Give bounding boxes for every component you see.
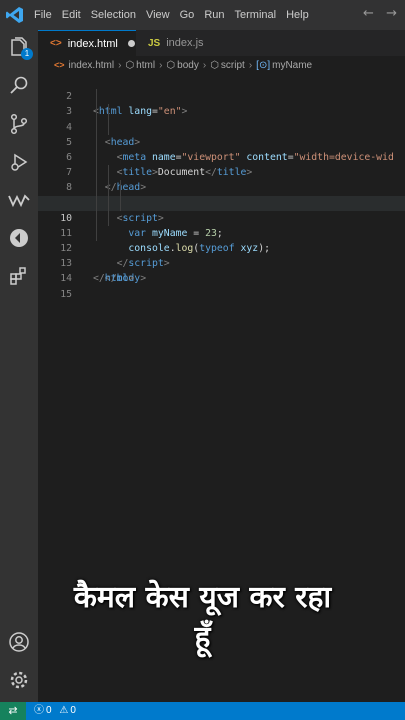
element-tag-icon: ⬡ — [125, 59, 135, 71]
tab-label: index.js — [166, 37, 204, 49]
menu-run[interactable]: Run — [204, 9, 224, 21]
breadcrumb-html[interactable]: html — [136, 60, 155, 71]
breadcrumb-file[interactable]: index.html — [69, 60, 115, 71]
menu-terminal[interactable]: Terminal — [235, 9, 277, 21]
tab-label: index.html — [67, 37, 118, 50]
menu-selection[interactable]: Selection — [91, 9, 136, 21]
code-editor[interactable]: 2 <html lang="en"> 3 <head> 4 <meta name… — [38, 74, 405, 300]
tab-index-html[interactable]: <> index.html — [38, 30, 136, 56]
explorer-badge: 1 — [21, 48, 33, 60]
code-line: 3 <head> — [38, 89, 405, 148]
caption-line-2: हूँ — [194, 620, 211, 655]
video-caption: कैमल केस यूज कर रहा हूँ — [0, 578, 405, 658]
breadcrumb-script[interactable]: script — [221, 60, 245, 71]
js-file-icon: JS — [148, 37, 161, 49]
code-line: 7 <body> — [38, 149, 405, 209]
nav-arrows: ← → — [355, 6, 397, 21]
menu-view[interactable]: View — [146, 9, 170, 21]
chevron-right-icon: › — [248, 59, 253, 71]
chevron-right-icon: › — [159, 59, 163, 71]
menu-bar: File Edit Selection View Go Run Terminal… — [34, 0, 319, 30]
chevron-right-icon: › — [202, 59, 207, 71]
menu-edit[interactable]: Edit — [62, 9, 81, 21]
code-line: 9 var myName = 23; — [38, 180, 405, 239]
menu-help[interactable]: Help — [286, 9, 309, 21]
code-line: 6 </head> — [38, 134, 405, 193]
warning-icon: ⚠ — [59, 705, 69, 716]
html-file-icon: <> — [50, 38, 62, 49]
settings-gear-icon[interactable] — [7, 668, 31, 692]
code-line-current: 10 myNameconsole.log(typeof xyz); — [38, 195, 405, 254]
variable-icon: [⊙] — [256, 59, 271, 71]
breadcrumb-myname[interactable]: myName — [272, 60, 312, 71]
menu-file[interactable]: File — [34, 9, 52, 21]
line-number: 15 — [60, 288, 72, 300]
wave-extension-icon[interactable] — [7, 188, 31, 212]
code-line: 4 <meta name="viewport" content="width=d… — [38, 104, 405, 163]
code-line: 8 <script> — [38, 165, 405, 224]
breadcrumb: <> index.html › ⬡ html › ⬡ body › ⬡ scri… — [38, 56, 405, 74]
source-control-icon[interactable] — [7, 112, 31, 136]
code-line: 12 </body> — [38, 225, 405, 284]
element-tag-icon: ⬡ — [210, 59, 219, 71]
run-debug-icon[interactable] — [7, 150, 31, 174]
status-bar: ⇄ ⓧ 0 ⚠ 0 — [0, 702, 405, 720]
extensions-icon[interactable] — [7, 264, 31, 288]
unsaved-dot-icon[interactable] — [127, 40, 135, 47]
error-count: 0 — [46, 705, 52, 716]
code-line: 5 <title>Document</title> — [38, 119, 405, 178]
tab-bar: <> index.html JS index.js — [38, 30, 405, 56]
tab-index-js[interactable]: JS index.js — [136, 30, 228, 56]
back-arrow-icon[interactable]: ← — [363, 6, 374, 21]
code-line: 13 </html> — [38, 241, 405, 284]
warning-count: 0 — [70, 705, 76, 716]
vscode-logo-icon — [6, 7, 23, 23]
remote-explorer-icon[interactable] — [7, 226, 31, 250]
title-bar: File Edit Selection View Go Run Terminal… — [0, 0, 405, 30]
search-icon[interactable] — [7, 74, 31, 98]
code-line: 11 </script> — [38, 210, 405, 269]
remote-indicator-icon[interactable]: ⇄ — [0, 702, 26, 720]
code-line: 2 <html lang="en"> — [38, 74, 405, 117]
forward-arrow-icon[interactable]: → — [386, 6, 397, 21]
html-file-icon: <> — [54, 60, 65, 70]
element-tag-icon: ⬡ — [166, 59, 176, 71]
breadcrumb-body[interactable]: body — [177, 60, 199, 71]
caption-line-1: कैमल केस यूज कर रहा — [73, 580, 332, 615]
error-icon: ⓧ — [34, 705, 44, 716]
code-line: 15 — [38, 271, 405, 300]
chevron-right-icon: › — [118, 59, 122, 71]
problems-indicator[interactable]: ⓧ 0 ⚠ 0 — [34, 702, 78, 720]
code-line: 14 — [38, 256, 405, 284]
menu-go[interactable]: Go — [180, 9, 195, 21]
